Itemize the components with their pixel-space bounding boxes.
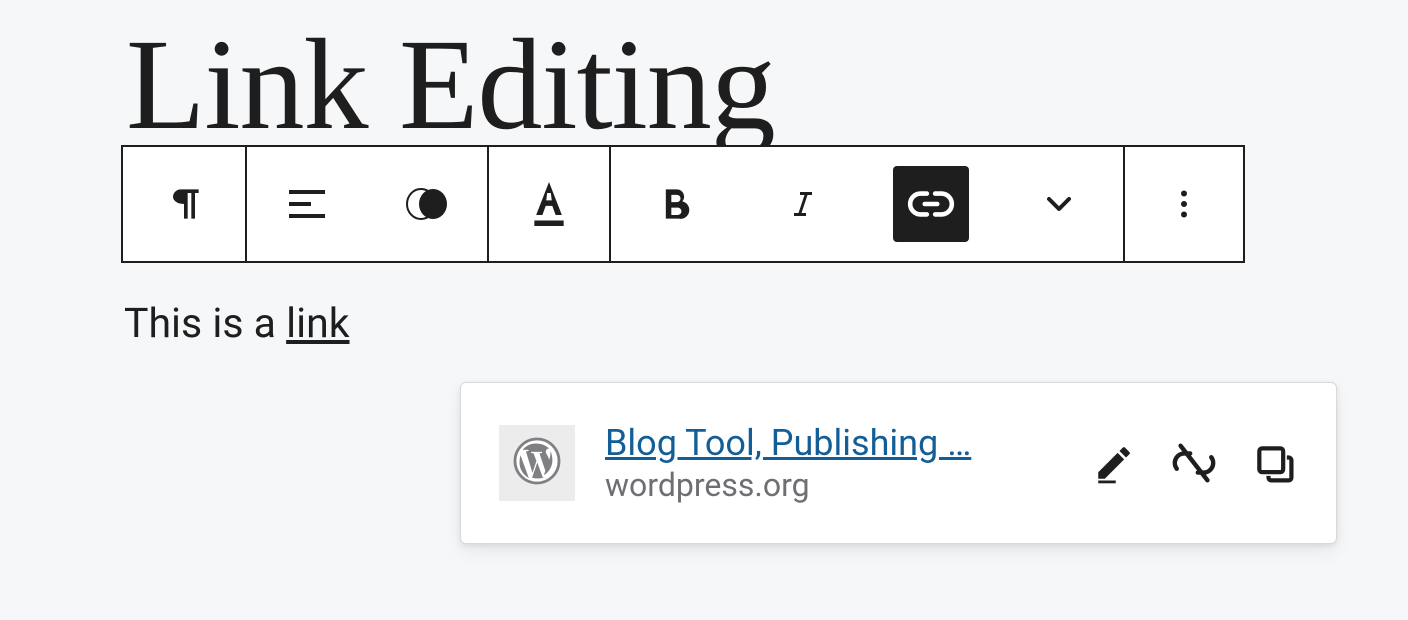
- paragraph-prefix: This is a: [124, 300, 286, 348]
- link-button[interactable]: [867, 147, 995, 261]
- toolbar-group-color: [489, 147, 609, 261]
- link-popover-actions: [1090, 439, 1298, 487]
- toolbar-group-format: [611, 147, 1123, 261]
- drag-handle-icon: [399, 186, 455, 222]
- italic-icon: [785, 184, 821, 224]
- block-type-button[interactable]: [123, 147, 245, 261]
- pencil-icon: [1093, 442, 1135, 484]
- link-title[interactable]: Blog Tool, Publishing …: [605, 422, 1066, 464]
- link-favicon: [499, 425, 575, 501]
- italic-button[interactable]: [739, 147, 867, 261]
- page-title: Link Editing: [126, 20, 775, 150]
- link-domain: wordpress.org: [605, 466, 1066, 504]
- block-toolbar: [121, 145, 1245, 263]
- chevron-down-icon: [1039, 184, 1079, 224]
- options-button[interactable]: [1125, 147, 1243, 261]
- toolbar-group-more: [1125, 147, 1243, 261]
- link-popover: Blog Tool, Publishing … wordpress.org: [460, 382, 1337, 544]
- paragraph-block[interactable]: This is a link: [124, 300, 350, 349]
- align-left-icon: [283, 180, 331, 228]
- text-color-icon: [527, 178, 571, 230]
- text-color-button[interactable]: [489, 147, 609, 261]
- bold-icon: [653, 182, 697, 226]
- copy-icon: [1252, 441, 1296, 485]
- toolbar-group-block: [123, 147, 245, 261]
- bold-button[interactable]: [611, 147, 739, 261]
- edit-link-button[interactable]: [1090, 439, 1138, 487]
- unlink-icon: [1171, 440, 1217, 486]
- drag-handle-button[interactable]: [367, 147, 487, 261]
- copy-link-button[interactable]: [1250, 439, 1298, 487]
- align-button[interactable]: [247, 147, 367, 261]
- pilcrow-icon: [162, 182, 206, 226]
- toolbar-group-transform: [247, 147, 487, 261]
- unlink-button[interactable]: [1170, 439, 1218, 487]
- more-vertical-icon: [1166, 186, 1202, 222]
- inline-link[interactable]: link: [286, 300, 349, 348]
- link-meta: Blog Tool, Publishing … wordpress.org: [605, 422, 1066, 504]
- link-icon: [906, 179, 956, 229]
- wordpress-icon: [513, 437, 561, 489]
- more-formatting-button[interactable]: [995, 147, 1123, 261]
